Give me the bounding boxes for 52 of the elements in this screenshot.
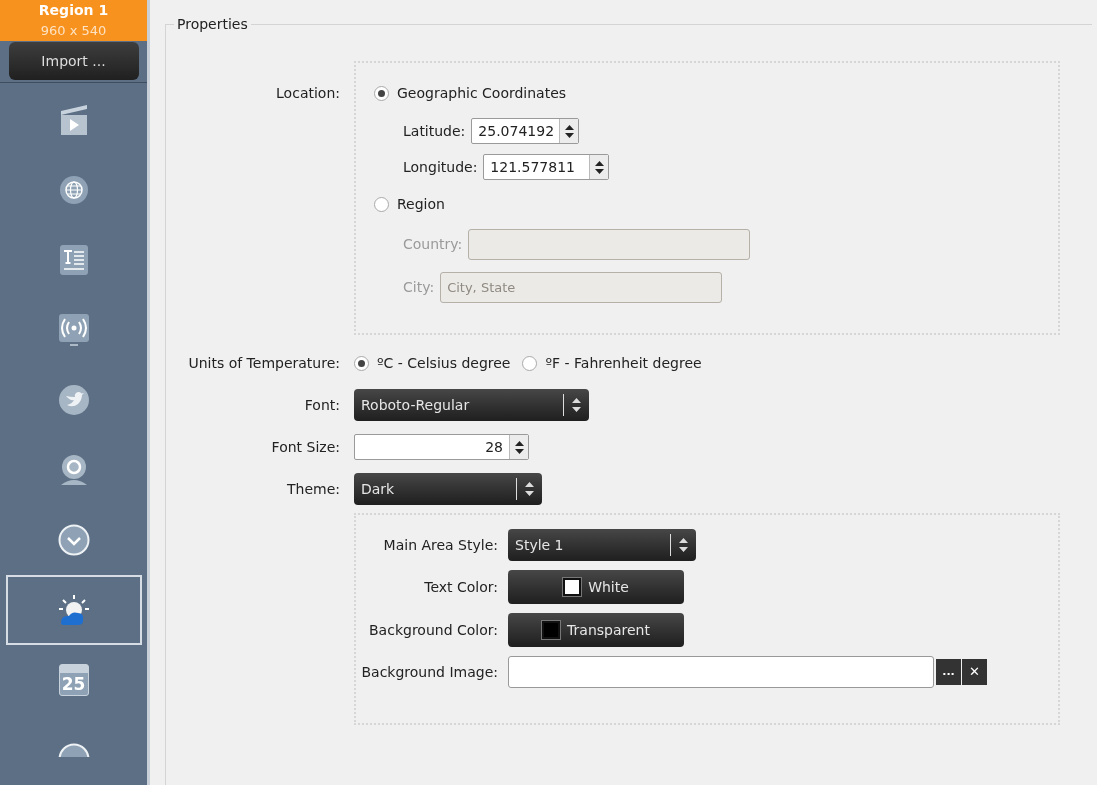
- up-down-caret-icon: [679, 538, 688, 552]
- chevron-circle-icon: [57, 524, 90, 556]
- spin-box[interactable]: 121.577811: [483, 154, 610, 180]
- radio-button[interactable]: [374, 197, 389, 212]
- group-title: Properties: [174, 15, 251, 33]
- up-down-caret-icon: [572, 398, 581, 412]
- text-document-icon: [58, 244, 89, 276]
- calendar-icon: 25: [58, 664, 89, 696]
- field-label: City:: [403, 278, 435, 297]
- field-label: Background Image:: [361, 664, 498, 680]
- radio-option[interactable]: Geographic Coordinates: [374, 83, 1058, 104]
- radio-button[interactable]: [354, 355, 369, 371]
- radio-button[interactable]: [374, 86, 389, 101]
- field-label: Main Area Style:: [383, 537, 498, 553]
- dropdown[interactable]: Style 1: [508, 529, 696, 561]
- sidebar-item[interactable]: [5, 575, 142, 645]
- up-down-caret-icon: [525, 482, 534, 496]
- spin-box[interactable]: 28: [354, 434, 529, 460]
- import-button[interactable]: Import ...: [8, 42, 139, 81]
- field-label: Units of Temperature:: [188, 355, 340, 371]
- field-label: Font Size:: [271, 439, 340, 455]
- radio-option[interactable]: ºC - Celsius degree: [354, 352, 511, 374]
- field-label: Latitude:: [403, 121, 466, 141]
- color-button[interactable]: White: [508, 570, 684, 604]
- background-image-field[interactable]: [508, 656, 934, 688]
- up-arrow-icon[interactable]: [514, 440, 524, 446]
- field-label: Font:: [304, 397, 340, 413]
- weather-icon: [56, 593, 91, 627]
- color-button[interactable]: Transparent: [508, 613, 684, 647]
- broadcast-icon: [57, 313, 90, 347]
- field-label: Longitude:: [403, 157, 478, 177]
- bird-icon: [57, 384, 90, 416]
- radio-option[interactable]: Region: [374, 194, 1058, 215]
- dropdown[interactable]: Roboto-Regular: [354, 389, 589, 421]
- clapperboard-icon: [58, 103, 89, 137]
- down-arrow-icon[interactable]: [514, 448, 524, 454]
- field-label: Theme:: [287, 481, 340, 497]
- field-label: Location:: [276, 85, 340, 101]
- up-arrow-icon[interactable]: [594, 160, 604, 166]
- globe-icon: [58, 175, 89, 205]
- dropdown[interactable]: Dark: [354, 473, 542, 505]
- browse-button[interactable]: ...: [936, 659, 961, 685]
- clear-button[interactable]: ✕: [962, 659, 987, 685]
- radio-option[interactable]: ºF - Fahrenheit degree: [522, 352, 702, 374]
- spin-box[interactable]: 25.074192: [471, 118, 580, 144]
- field-label: Text Color:: [424, 579, 498, 595]
- down-arrow-icon[interactable]: [594, 168, 604, 174]
- field-label: Country:: [403, 235, 463, 254]
- field-label: Background Color:: [369, 622, 498, 638]
- radio-button[interactable]: [522, 355, 538, 371]
- up-arrow-icon[interactable]: [564, 124, 574, 130]
- down-arrow-icon[interactable]: [564, 132, 574, 138]
